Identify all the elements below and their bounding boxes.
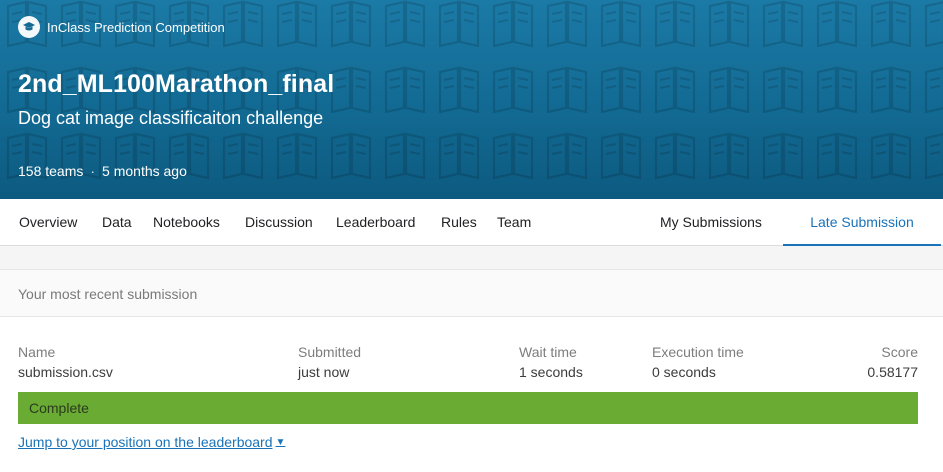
tab-team[interactable]: Team bbox=[497, 199, 531, 246]
execution-time-label: Execution time bbox=[652, 344, 744, 360]
tab-late-submission[interactable]: Late Submission bbox=[783, 199, 941, 246]
name-label: Name bbox=[18, 344, 56, 360]
recent-submission-panel: Your most recent submission Name submiss… bbox=[0, 269, 943, 472]
panel-title: Your most recent submission bbox=[18, 286, 198, 302]
tab-data[interactable]: Data bbox=[102, 199, 132, 246]
submitted-value: just now bbox=[298, 364, 350, 380]
panel-header: Your most recent submission bbox=[0, 270, 943, 317]
tab-notebooks[interactable]: Notebooks bbox=[153, 199, 220, 246]
execution-time-value: 0 seconds bbox=[652, 364, 716, 380]
tab-discussion[interactable]: Discussion bbox=[245, 199, 313, 246]
competition-header: InClass Prediction Competition 2nd_ML100… bbox=[0, 0, 943, 199]
graduation-cap-icon bbox=[18, 16, 40, 38]
competition-type-badge: InClass Prediction Competition bbox=[18, 16, 225, 38]
caret-down-icon: ▼ bbox=[275, 436, 286, 448]
wait-time-value: 1 seconds bbox=[519, 364, 583, 380]
wait-time-column: Wait time 1 seconds bbox=[519, 344, 583, 384]
score-column: Score 0.58177 bbox=[867, 344, 918, 384]
status-text: Complete bbox=[29, 400, 89, 416]
competition-meta: 158 teams · 5 months ago bbox=[18, 163, 187, 179]
jump-link-text: Jump to your position on the leaderboard bbox=[18, 434, 273, 450]
wait-time-label: Wait time bbox=[519, 344, 577, 360]
tab-overview[interactable]: Overview bbox=[19, 199, 77, 246]
submitted-label: Submitted bbox=[298, 344, 362, 360]
status-bar: Complete bbox=[18, 392, 918, 424]
jump-to-leaderboard-link[interactable]: Jump to your position on the leaderboard… bbox=[18, 434, 285, 450]
tab-leaderboard[interactable]: Leaderboard bbox=[336, 199, 415, 246]
tab-my-submissions[interactable]: My Submissions bbox=[660, 199, 762, 246]
submitted-column: Submitted just now bbox=[298, 344, 361, 384]
file-name: submission.csv bbox=[18, 364, 113, 380]
competition-title: 2nd_ML100Marathon_final bbox=[18, 70, 335, 98]
meta-separator: · bbox=[90, 163, 96, 179]
tab-rules[interactable]: Rules bbox=[441, 199, 477, 246]
competition-tabs: Overview Data Notebooks Discussion Leade… bbox=[0, 199, 943, 246]
score-value: 0.58177 bbox=[867, 364, 918, 380]
score-label: Score bbox=[881, 344, 918, 360]
competition-subtitle: Dog cat image classificaiton challenge bbox=[18, 108, 324, 128]
competition-type-label: InClass Prediction Competition bbox=[47, 19, 225, 35]
execution-time-column: Execution time 0 seconds bbox=[652, 344, 744, 384]
competition-age: 5 months ago bbox=[102, 163, 187, 179]
teams-count: 158 teams bbox=[18, 163, 84, 179]
submission-name-column: Name submission.csv bbox=[18, 344, 113, 384]
